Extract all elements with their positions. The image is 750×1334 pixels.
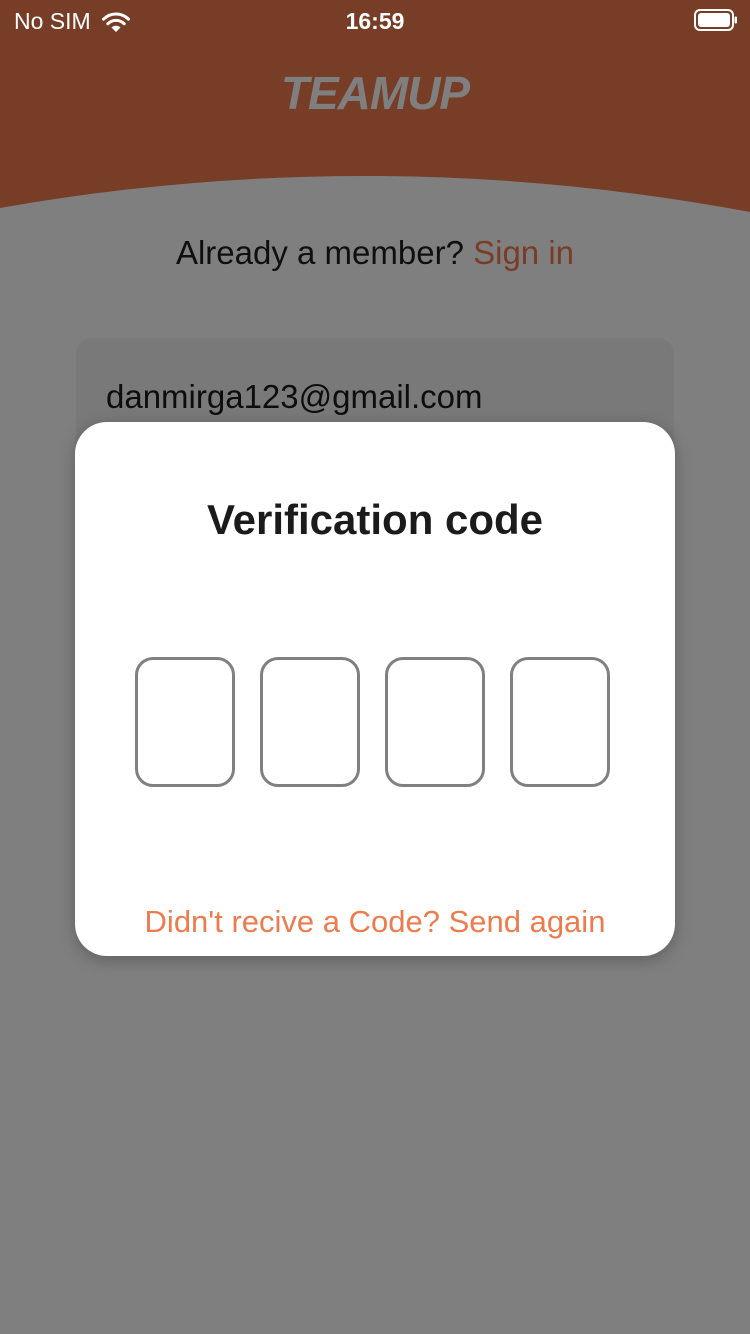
screen: TEAMUP Already a member? Sign in danmirg… xyxy=(0,0,750,1334)
resend-code-link[interactable]: Didn't recive a Code? Send again xyxy=(75,904,675,940)
code-digit-3[interactable] xyxy=(385,657,485,787)
code-input-group xyxy=(135,657,615,791)
clock: 16:59 xyxy=(345,8,405,34)
battery-full-icon xyxy=(694,9,737,31)
status-bar: No SIM 16:59 xyxy=(0,0,750,44)
code-digit-4[interactable] xyxy=(510,657,610,787)
dialog-title: Verification code xyxy=(206,496,544,543)
verification-dialog: Verification code Didn't recive a Code? … xyxy=(75,422,675,956)
code-digit-1[interactable] xyxy=(135,657,235,787)
code-digit-2[interactable] xyxy=(260,657,360,787)
